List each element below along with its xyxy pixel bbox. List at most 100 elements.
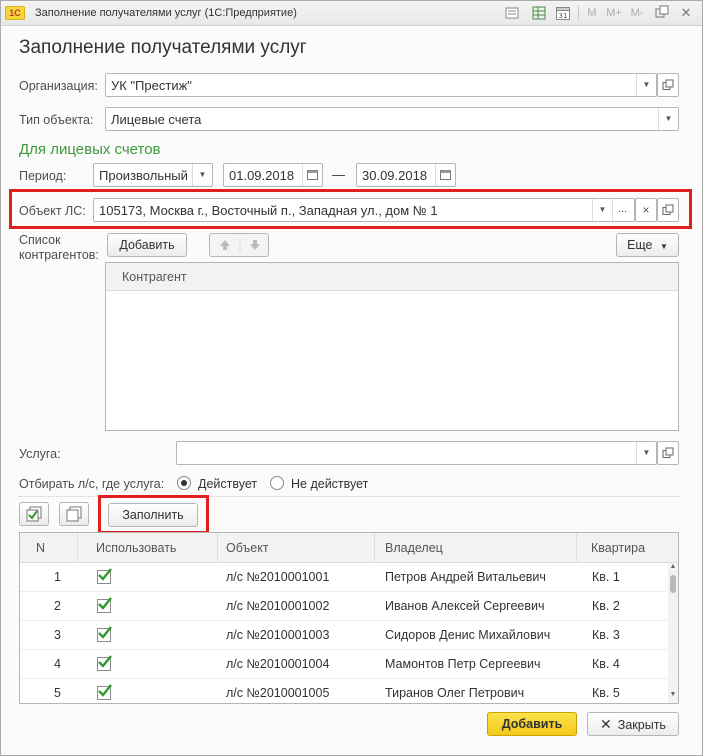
select-more-button[interactable]: ... [612,199,632,221]
type-value: Лицевые счета [111,112,202,127]
use-checkbox[interactable] [97,626,112,642]
org-label: Организация: [19,79,98,93]
row-number: 3 [54,628,61,642]
chevron-down-icon[interactable]: ▼ [658,108,678,130]
row-object: л/с №2010001001 [226,570,330,584]
row-apartment: Кв. 5 [592,686,620,700]
check-all-icon[interactable] [19,502,49,526]
table-row[interactable]: 2 л/с №2010001002 Иванов Алексей Сергеевич… [20,592,668,621]
use-checkbox[interactable] [97,655,112,671]
row-owner: Тиранов Олег Петрович [385,686,525,700]
memory-minus-button[interactable]: M- [628,5,646,21]
row-number: 5 [54,686,61,700]
filter-inactive-radio[interactable] [270,476,284,490]
check-icon [98,568,112,581]
date-to-field[interactable]: 30.09.2018 [356,163,456,187]
contractors-table-header: Контрагент [106,263,678,291]
object-field[interactable]: 105173, Москва г., Восточный п., Западна… [93,198,635,222]
check-icon [98,626,112,639]
date-from-field[interactable]: 01.09.2018 [223,163,323,187]
type-label: Тип объекта: [19,113,94,127]
column-header-use[interactable]: Использовать [78,533,218,563]
close-button[interactable]: ✕ Закрыть [587,712,679,736]
fill-button[interactable]: Заполнить [108,503,198,527]
uncheck-all-icon[interactable] [59,502,89,526]
memory-plus-button[interactable]: M+ [604,5,624,21]
table-row[interactable]: 5 л/с №2010001005 Тиранов Олег Петрович Кв.… [20,679,668,703]
doc-icon[interactable] [503,5,521,21]
check-icon [98,597,112,610]
close-icon[interactable]: ✕ [678,5,694,21]
window-title: Заполнение получателями услуг (1С:Предпр… [35,7,297,19]
results-table-header: N Использовать Объект Владелец Квартира [20,533,678,563]
scroll-up-icon[interactable]: ▲ [669,563,677,570]
svg-text:31: 31 [559,12,568,20]
move-buttons [209,233,269,257]
column-header-object[interactable]: Объект [218,533,375,563]
page-title: Заполнение получателями услуг [19,37,307,58]
period-label: Период: [19,169,67,183]
row-number: 4 [54,657,61,671]
table-icon[interactable] [530,5,548,21]
table-row[interactable]: 3 л/с №2010001003 Сидоров Денис Михайлович… [20,621,668,650]
row-object: л/с №2010001004 [226,657,330,671]
column-header-n[interactable]: N [20,533,78,563]
scroll-thumb[interactable] [670,575,676,593]
clear-icon[interactable]: × [635,198,657,222]
filter-inactive-label[interactable]: Не действует [291,477,368,491]
row-owner: Сидоров Денис Михайлович [385,628,551,642]
chevron-down-icon[interactable]: ▼ [592,199,612,221]
app-window: 1С Заполнение получателями услуг (1С:Пре… [0,0,703,756]
type-field[interactable]: Лицевые счета ▼ [105,107,679,131]
check-icon [98,655,112,668]
app-logo-icon: 1С [5,6,25,20]
chevron-down-icon[interactable]: ▼ [192,164,212,186]
service-field[interactable]: ▼ [176,441,657,465]
open-icon[interactable] [657,198,679,222]
dock-icon[interactable] [654,5,670,21]
add-contractor-button[interactable]: Добавить [107,233,187,257]
close-x-icon: ✕ [600,716,612,732]
calendar-icon[interactable] [302,164,322,186]
row-owner: Иванов Алексей Сергеевич [385,599,545,613]
use-checkbox[interactable] [97,684,112,700]
column-header-apartment[interactable]: Квартира [577,533,668,563]
period-kind-field[interactable]: Произвольный ▼ [93,163,213,187]
filter-active-radio[interactable] [177,476,191,490]
toolbar-separator [578,6,579,20]
row-apartment: Кв. 3 [592,628,620,642]
vertical-scrollbar[interactable]: ▲ ▼ [668,563,678,703]
column-header-owner[interactable]: Владелец [375,533,577,563]
row-object: л/с №2010001005 [226,686,330,700]
scroll-down-icon[interactable]: ▼ [669,691,677,698]
use-checkbox[interactable] [97,597,112,613]
more-menu-button[interactable]: Еще ▼ [616,233,679,257]
filter-active-label[interactable]: Действует [198,477,257,491]
table-row[interactable]: 4 л/с №2010001004 Мамонтов Петр Сергеевич К… [20,650,668,679]
add-button[interactable]: Добавить [487,712,577,736]
row-number: 1 [54,570,61,584]
date-separator: — [332,167,345,182]
open-icon[interactable] [657,441,679,465]
results-table[interactable]: N Использовать Объект Владелец Квартира … [19,532,679,704]
open-icon[interactable] [657,73,679,97]
row-apartment: Кв. 4 [592,657,620,671]
memory-m-button[interactable]: M [585,5,599,21]
row-owner: Мамонтов Петр Сергеевич [385,657,541,671]
org-field[interactable]: УК "Престиж" ▼ [105,73,657,97]
close-button-label: Закрыть [617,718,666,732]
table-row[interactable]: 1 л/с №2010001001 Петров Андрей Витальевич… [20,563,668,592]
more-label: Еще [627,238,653,252]
contractors-table[interactable]: Контрагент [105,262,679,431]
calendar-icon[interactable] [435,164,455,186]
row-object: л/с №2010001003 [226,628,330,642]
calendar-icon[interactable]: 31 [554,5,572,21]
chevron-down-icon[interactable]: ▼ [636,74,656,96]
contractor-column-header[interactable]: Контрагент [114,263,674,291]
chevron-down-icon[interactable]: ▼ [636,442,656,464]
contractors-label-line1: Список [19,233,61,247]
use-checkbox[interactable] [97,568,112,584]
chevron-down-icon: ▼ [660,242,668,251]
org-value: УК "Престиж" [111,78,192,93]
date-to-value: 30.09.2018 [362,168,428,183]
